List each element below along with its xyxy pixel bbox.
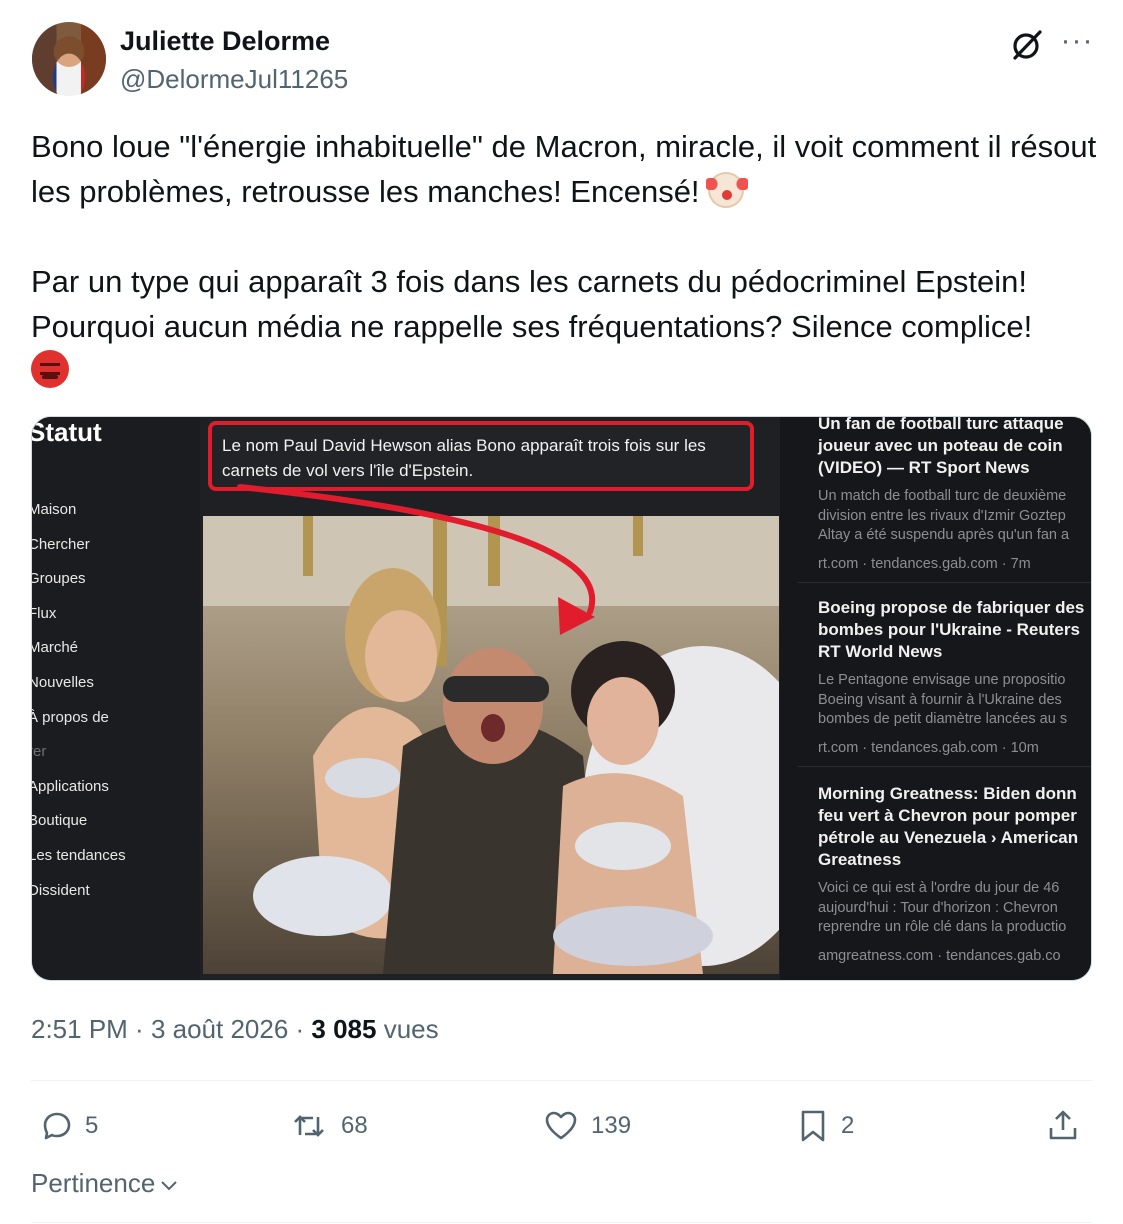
news-title: Morning Greatness: Biden donn feu vert à…: [818, 784, 1079, 869]
screenshot-nav-item: Groupes: [31, 570, 86, 588]
time[interactable]: 2:51 PM: [31, 1014, 128, 1044]
author-name[interactable]: Juliette Delorme: [120, 26, 330, 57]
news-description: Un match de football turc de deuxième di…: [818, 488, 1070, 543]
screenshot-nav-item: Applications: [31, 777, 109, 795]
date[interactable]: 3 août 2026: [151, 1014, 288, 1044]
retweet-count: 68: [341, 1112, 368, 1139]
divider: [31, 1080, 1092, 1081]
separator: ·: [127, 1014, 151, 1044]
screenshot-sidebar: Statut Maison Chercher Groupes Flux Marché No…: [31, 417, 200, 980]
screenshot-nav-item: Marché: [31, 639, 79, 657]
news-item: Un fan de football turc attaque joueur a…: [798, 417, 1091, 583]
news-description: Voici ce qui est à l'ordre du jour de 46…: [818, 880, 1067, 935]
screenshot-nav-list: Maison Chercher Groupes Flux Marché Nouvelles…: [31, 501, 126, 916]
separator: ·: [288, 1014, 312, 1044]
screenshot-sidebar-title: Statut: [31, 417, 102, 447]
screenshot-nav-item: Boutique: [31, 812, 88, 830]
more-icon[interactable]: ···: [1060, 26, 1094, 60]
avatar[interactable]: [32, 22, 106, 96]
screenshot-nav-item: Nouvelles: [31, 673, 94, 691]
share-button[interactable]: [1045, 1106, 1081, 1146]
news-meta: amgreatness.com · tendances.gab.co: [818, 947, 1061, 964]
screenshot-nav-item: rer: [32, 743, 47, 761]
news-meta: rt.com · tendances.gab.com · 10m: [818, 739, 1039, 756]
like-button[interactable]: 139: [541, 1106, 631, 1146]
clown-emoji-icon: [706, 172, 749, 208]
angry-face-emoji-icon: [31, 350, 69, 388]
tweet-paragraph-text: Bono loue "l'énergie inhabituelle" de Ma…: [31, 129, 1105, 209]
reply-count: 5: [85, 1112, 99, 1139]
red-callout-box: Le nom Paul David Hewson alias Bono appa…: [208, 421, 754, 491]
bookmark-icon: [801, 1110, 825, 1142]
screenshot-nav-item: Flux: [32, 604, 57, 622]
screenshot-nav-item: À propos de: [31, 708, 109, 726]
sort-label: Pertinence: [31, 1168, 156, 1198]
news-item: Morning Greatness: Biden donn feu vert à…: [798, 783, 1091, 980]
tweet-header: Juliette Delorme @DelormeJul11265 ···: [32, 22, 1092, 100]
views-label: vues: [376, 1014, 439, 1044]
tweet-paragraph: Par un type qui apparaît 3 fois dans les…: [31, 259, 1101, 394]
photo: [203, 516, 779, 974]
news-item: Boeing propose de fabriquer des bombes p…: [798, 597, 1091, 767]
tweet-media-image[interactable]: Statut Maison Chercher Groupes Flux Marché No…: [31, 416, 1092, 981]
screenshot-nav-item: Maison: [31, 501, 77, 518]
reply-button[interactable]: 5: [39, 1106, 98, 1146]
screenshot-nav-item: Les tendances: [31, 846, 126, 864]
screenshot-nav-item: Dissident: [31, 881, 90, 899]
like-count: 139: [591, 1112, 632, 1139]
divider: [31, 1222, 1092, 1223]
screenshot-nav-item: Chercher: [31, 535, 90, 553]
retweet-button[interactable]: 68: [287, 1106, 368, 1146]
reply-icon: [43, 1112, 71, 1140]
bookmark-button[interactable]: 2: [795, 1106, 854, 1146]
screenshot-news-list: Un fan de football turc attaque joueur a…: [798, 417, 1091, 980]
sort-dropdown[interactable]: Pertinence: [31, 1168, 179, 1199]
tweet-paragraph: Bono loue "l'énergie inhabituelle" de Ma…: [31, 124, 1101, 214]
views-count: 3 085: [311, 1014, 377, 1044]
news-title: Boeing propose de fabriquer des bombes p…: [818, 598, 1085, 661]
bookmark-count: 2: [841, 1112, 855, 1139]
news-title: Un fan de football turc attaque joueur a…: [818, 417, 1064, 477]
chevron-down-icon: [161, 1180, 178, 1190]
retweet-icon: [294, 1115, 324, 1137]
like-icon: [545, 1111, 577, 1140]
share-icon: [1049, 1110, 1077, 1140]
action-bar: 5 68 139 2: [31, 1100, 1092, 1154]
tweet-timestamp: 2:51 PM · 3 août 2026 · 3 085 vues: [31, 1014, 439, 1045]
tweet-paragraph-text: Par un type qui apparaît 3 fois dans les…: [31, 264, 1041, 344]
screenshot-center: Le nom Paul David Hewson alias Bono appa…: [200, 417, 780, 980]
author-handle[interactable]: @DelormeJul11265: [120, 64, 348, 95]
tweet-text: Bono loue "l'énergie inhabituelle" de Ma…: [31, 124, 1101, 394]
news-meta: rt.com · tendances.gab.com · 7m: [818, 555, 1031, 572]
callout-text: Le nom Paul David Hewson alias Bono appa…: [222, 436, 706, 480]
news-description: Le Pentagone envisage une propositio Boe…: [818, 672, 1068, 727]
grok-icon[interactable]: [1010, 28, 1044, 62]
